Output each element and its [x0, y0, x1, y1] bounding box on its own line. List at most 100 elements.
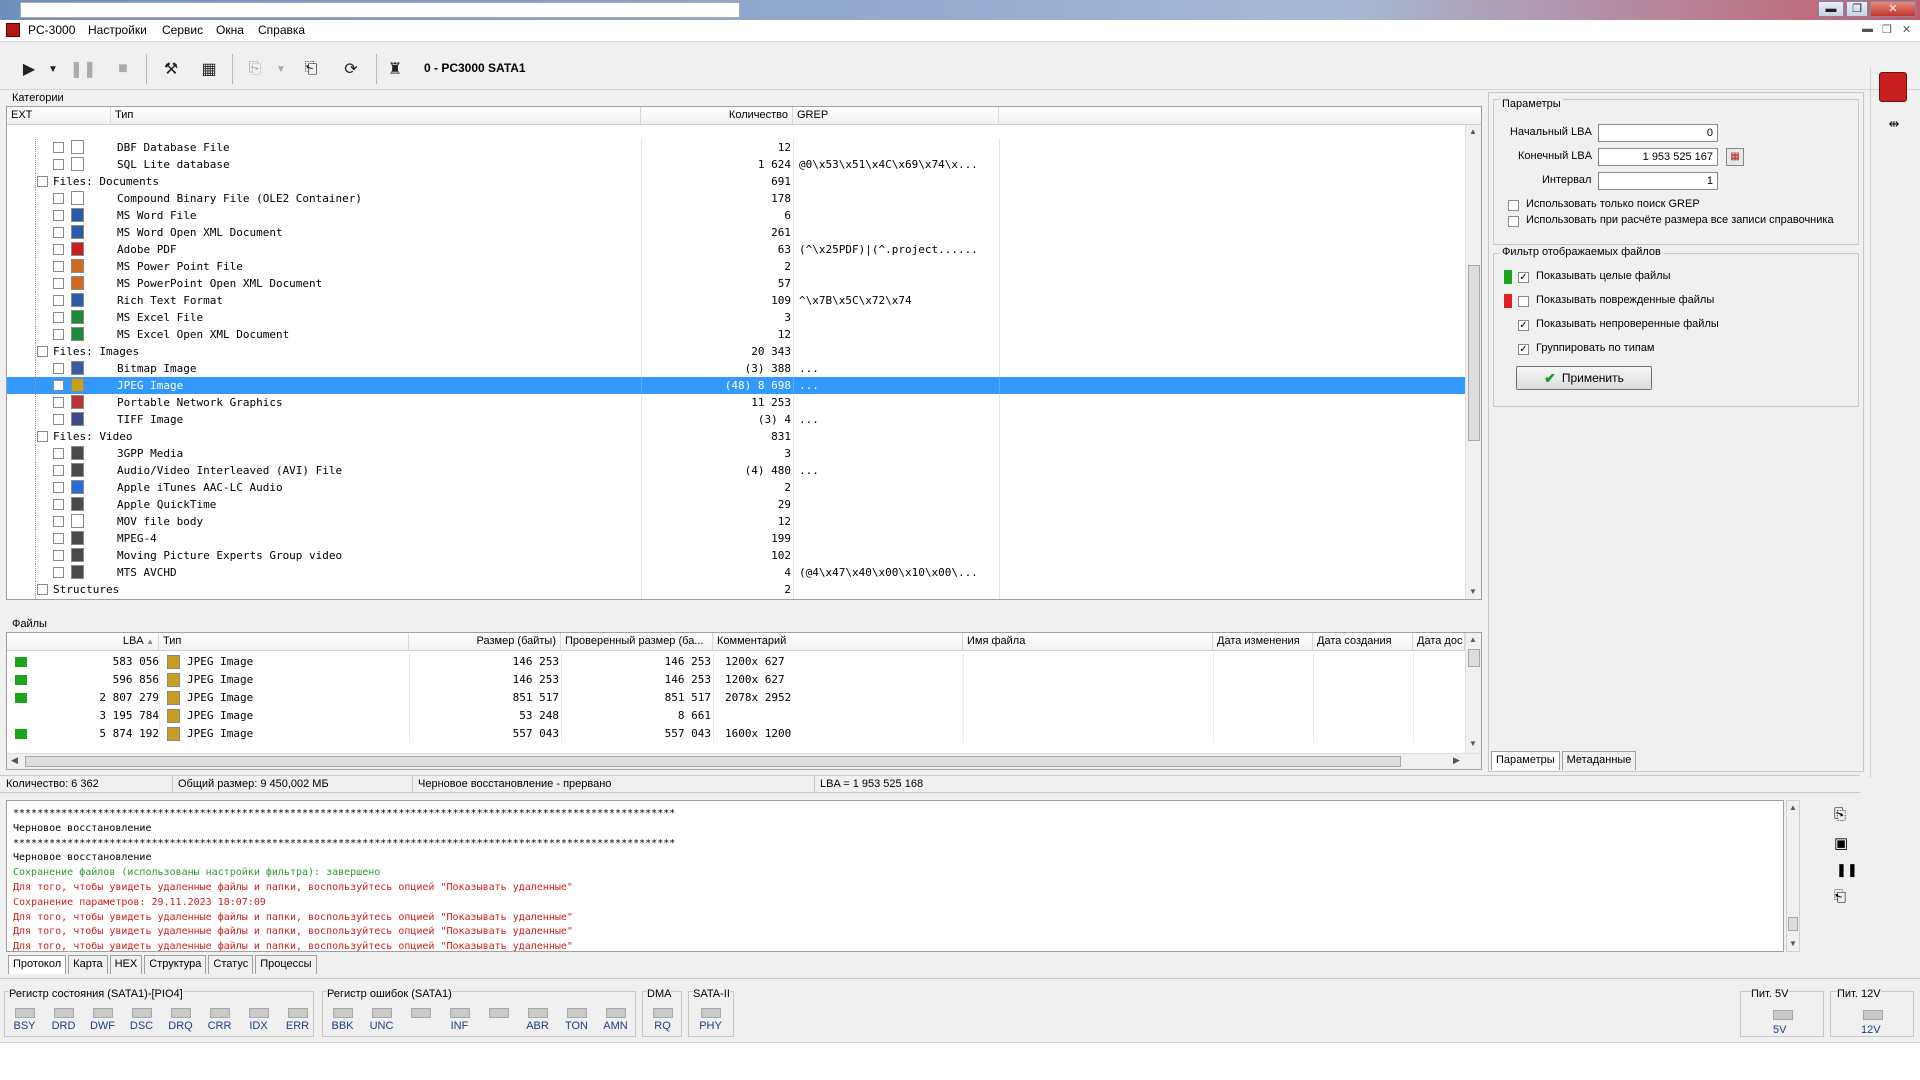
col-created-header[interactable]: Дата создания [1313, 633, 1413, 651]
category-row[interactable]: TIFF Image (3) 4... [7, 411, 1465, 428]
interval-input[interactable]: 1 [1598, 172, 1718, 190]
menu-item-app[interactable]: PC-3000 [28, 23, 75, 37]
device-power-icon[interactable] [1879, 72, 1907, 102]
category-row[interactable]: MOV file body 12 [7, 513, 1465, 530]
category-checkbox[interactable] [53, 312, 64, 323]
log-export-icon[interactable]: ⎘ [1834, 806, 1846, 823]
category-checkbox[interactable] [53, 295, 64, 306]
save-to-disk-icon[interactable]: ⎗ [298, 56, 324, 82]
category-group-checkbox[interactable] [37, 176, 48, 187]
categories-scrollbar[interactable]: ▲ ▼ [1465, 125, 1481, 599]
category-group-row[interactable]: Structures 2 [7, 581, 1465, 598]
category-checkbox[interactable] [53, 414, 64, 425]
col-verified-header[interactable]: Проверенный размер (ба... [561, 633, 713, 651]
tab-structure[interactable]: Структура [144, 955, 207, 974]
mdi-restore-button[interactable]: ❐ [1882, 23, 1892, 36]
col-count-header[interactable]: Количество [641, 107, 793, 125]
category-checkbox[interactable] [53, 550, 64, 561]
category-row[interactable]: MS PowerPoint Open XML Document 57 [7, 275, 1465, 292]
col-accessed-header[interactable]: Дата дос [1413, 633, 1465, 651]
category-row[interactable]: Bitmap Image (3) 388... [7, 360, 1465, 377]
col-lba-header[interactable]: LBA ▲ [7, 633, 159, 651]
category-row[interactable]: SQL Lite database 1 624 @0\x53\x51\x4C\x69… [7, 156, 1465, 173]
category-checkbox[interactable] [53, 193, 64, 204]
category-checkbox[interactable] [53, 380, 64, 391]
show-whole-checkbox[interactable]: ✓ [1518, 272, 1529, 283]
categories-tree[interactable]: EXT Тип Количество GREP DBF Database Fil… [6, 106, 1482, 600]
category-row[interactable]: MS Excel Open XML Document 12 [7, 326, 1465, 343]
scroll-thumb[interactable] [25, 756, 1401, 767]
scroll-down-icon[interactable]: ▼ [1469, 587, 1477, 596]
menu-item-help[interactable]: Справка [258, 23, 305, 37]
tools-icon[interactable]: ⚒ [158, 56, 184, 82]
log-save-icon[interactable]: ▣ [1834, 834, 1848, 852]
cable-icon[interactable]: ⇹ [1881, 116, 1907, 131]
device-icon[interactable]: ♜ [382, 56, 408, 82]
lba-calc-icon[interactable]: ▦ [1726, 148, 1744, 166]
show-unverified-checkbox[interactable]: ✓ [1518, 320, 1529, 331]
files-hscrollbar[interactable]: ◀ ▶ [7, 753, 1481, 769]
pause-icon[interactable]: ❚❚ [70, 56, 97, 82]
scroll-up-icon[interactable]: ▲ [1789, 803, 1797, 812]
col-modified-header[interactable]: Дата изменения [1213, 633, 1313, 651]
category-checkbox[interactable] [53, 499, 64, 510]
col-grep-header[interactable]: GREP [793, 107, 999, 125]
category-row[interactable]: DBF Database File 12 [7, 139, 1465, 156]
category-row[interactable]: Rich Text Format 109 ^\x7B\x5C\x72\x74 [7, 292, 1465, 309]
scroll-up-icon[interactable]: ▲ [1469, 127, 1477, 136]
menu-item-service[interactable]: Сервис [162, 23, 203, 37]
col-type-header[interactable]: Тип [111, 107, 641, 125]
show-damaged-checkbox[interactable] [1518, 296, 1529, 307]
col-ext-header[interactable]: EXT [7, 107, 111, 125]
apply-button[interactable]: ✔ Применить [1516, 366, 1652, 390]
category-checkbox[interactable] [53, 397, 64, 408]
category-row[interactable]: Moving Picture Experts Group video 102 [7, 547, 1465, 564]
category-row[interactable]: MPEG-4 199 [7, 530, 1465, 547]
os-minimize-button[interactable]: ▬ [1818, 1, 1844, 17]
category-row[interactable]: MS Word File 6 [7, 207, 1465, 224]
category-checkbox[interactable] [53, 278, 64, 289]
category-row[interactable]: Apple iTunes AAC-LC Audio 2 [7, 479, 1465, 496]
tab-hex[interactable]: HEX [109, 955, 143, 974]
category-checkbox[interactable] [53, 567, 64, 578]
category-group-row[interactable]: Files: Documents 691 [7, 173, 1465, 190]
log-pause-icon[interactable]: ❚❚ [1836, 862, 1858, 878]
category-group-checkbox[interactable] [37, 431, 48, 442]
scroll-down-icon[interactable]: ▼ [1789, 939, 1797, 948]
refresh-icon[interactable]: ⟳ [338, 56, 364, 82]
category-checkbox[interactable] [53, 482, 64, 493]
category-checkbox[interactable] [53, 448, 64, 459]
category-checkbox[interactable] [53, 465, 64, 476]
category-row[interactable]: MS Word Open XML Document 261 [7, 224, 1465, 241]
category-checkbox[interactable] [53, 533, 64, 544]
file-row[interactable]: 596 856 JPEG Image 146 253 146 253 1200x 627 [7, 671, 1465, 689]
category-group-checkbox[interactable] [37, 584, 48, 595]
files-vscrollbar[interactable]: ▲ ▼ [1465, 633, 1481, 753]
scroll-thumb[interactable] [1788, 917, 1798, 931]
category-row[interactable]: MS Excel File 3 [7, 309, 1465, 326]
file-row[interactable]: 583 056 JPEG Image 146 253 146 253 1200x 627 [7, 653, 1465, 671]
col-filename-header[interactable]: Имя файла [963, 633, 1213, 651]
scroll-thumb[interactable] [1468, 265, 1480, 441]
col-comment-header[interactable]: Комментарий [713, 633, 963, 651]
category-checkbox[interactable] [53, 159, 64, 170]
files-table[interactable]: LBA ▲ Тип Размер (байты) Проверенный раз… [6, 632, 1482, 770]
end-lba-input[interactable]: 1 953 525 167 [1598, 148, 1718, 166]
play-icon[interactable]: ▶ [16, 56, 42, 82]
category-row[interactable]: Apple QuickTime 29 [7, 496, 1465, 513]
category-group-row[interactable]: Files: Images 20 343 [7, 343, 1465, 360]
tab-status[interactable]: Статус [208, 955, 254, 974]
file-row[interactable]: 3 195 784 JPEG Image 53 248 8 661 [7, 707, 1465, 725]
category-checkbox[interactable] [53, 142, 64, 153]
grid-icon[interactable]: ▦ [196, 56, 222, 82]
category-checkbox[interactable] [53, 244, 64, 255]
scroll-thumb[interactable] [1468, 649, 1480, 667]
grep-only-checkbox[interactable] [1508, 200, 1519, 211]
category-group-row[interactable]: Files: Video 831 [7, 428, 1465, 445]
category-row[interactable]: Compound Binary File (OLE2 Container) 178 [7, 190, 1465, 207]
category-row[interactable]: Adobe PDF 63 (^\x25PDF)|(^.project...... [7, 241, 1465, 258]
category-row[interactable]: JPEG Image (48) 8 698... [7, 377, 1465, 394]
menu-item-settings[interactable]: Настройки [88, 23, 147, 37]
tab-processes[interactable]: Процессы [255, 955, 317, 974]
tab-map[interactable]: Карта [68, 955, 108, 974]
